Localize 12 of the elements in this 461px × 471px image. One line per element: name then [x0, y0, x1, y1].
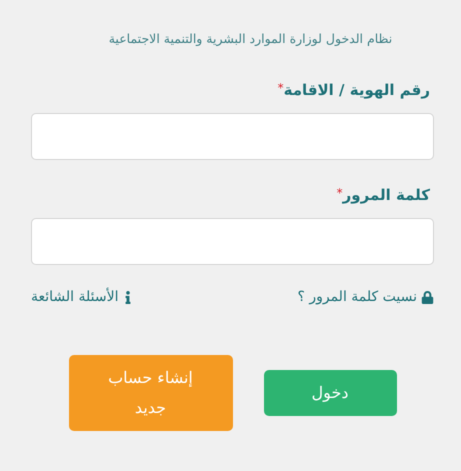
- field-label: كلمة المرور: [342, 184, 430, 206]
- system-title: نظام الدخول لوزارة الموارد البشرية والتنمية الاجتماعية: [108, 30, 394, 48]
- info-icon: [122, 290, 132, 304]
- required-mark: *: [336, 184, 343, 200]
- input-field[interactable]: [31, 218, 434, 265]
- login-button[interactable]: دخول: [264, 370, 396, 416]
- input-field[interactable]: [31, 112, 434, 160]
- lock-icon: [421, 290, 434, 304]
- link[interactable]: نسيت كلمة المرور ؟: [297, 286, 434, 308]
- link[interactable]: الأسئلة الشائعة: [31, 286, 132, 308]
- field-label: رقم الهوية / الاقامة: [284, 80, 430, 101]
- required-mark: *: [278, 80, 284, 97]
